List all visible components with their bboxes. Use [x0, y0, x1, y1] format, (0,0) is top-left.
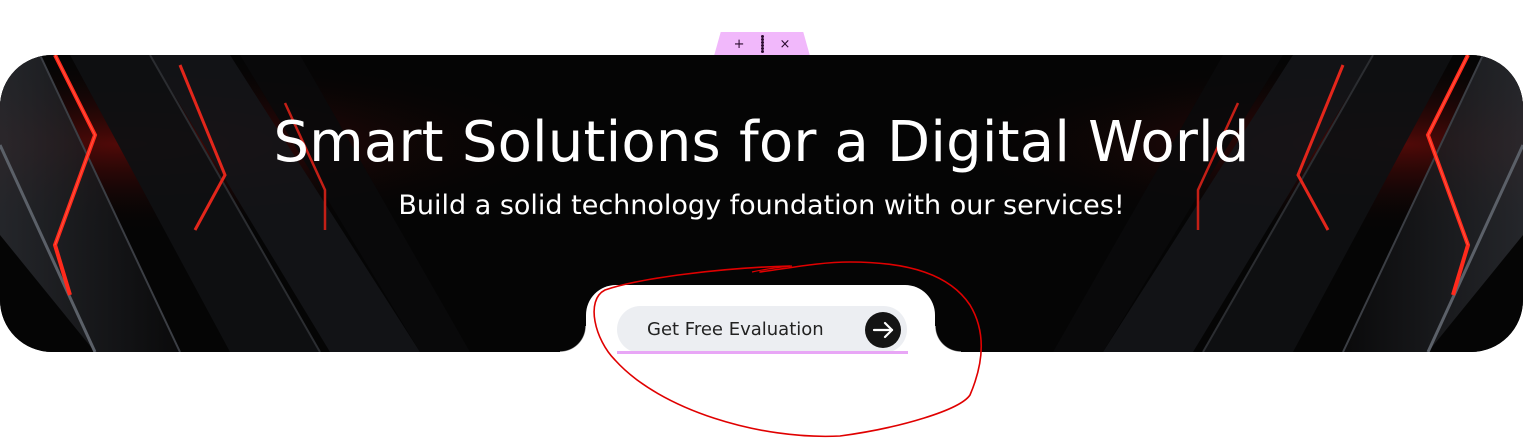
selection-underline — [617, 351, 908, 354]
editor-toolbar: + × — [714, 32, 810, 56]
hero-subtitle: Build a solid technology foundation with… — [398, 190, 1125, 221]
cta-label: Get Free Evaluation — [647, 319, 824, 340]
hero-title: Smart Solutions for a Digital World — [273, 110, 1250, 175]
arrow-right-icon — [865, 312, 901, 348]
close-icon[interactable]: × — [780, 38, 791, 51]
drag-grip-icon[interactable] — [760, 35, 764, 53]
get-free-evaluation-button[interactable]: Get Free Evaluation — [617, 306, 907, 353]
add-icon[interactable]: + — [734, 38, 745, 51]
